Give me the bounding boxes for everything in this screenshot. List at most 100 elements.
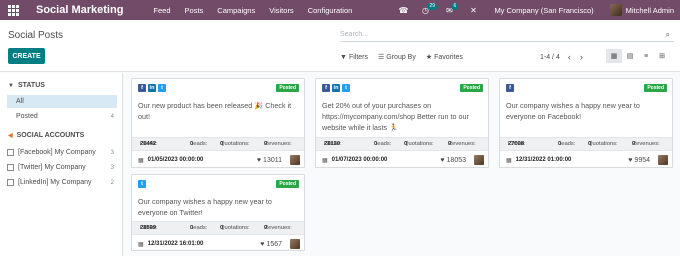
post-date: 01/07/2023 00:00:00 xyxy=(331,157,388,163)
user-avatar[interactable] xyxy=(609,4,622,16)
post-date: 12/31/2022 16:01:00 xyxy=(147,241,204,247)
author-avatar xyxy=(290,155,300,165)
leads-stat: Leads: 0 xyxy=(190,225,208,231)
social-accounts-heading: ◀ SOCIAL ACCOUNTS xyxy=(8,132,85,139)
leads-stat: Leads: 0 xyxy=(558,141,576,147)
twitter-icon: t xyxy=(138,180,146,188)
checkbox[interactable] xyxy=(7,179,14,186)
control-panel: Social Posts CREATE ⌕ ▼Filters ☰Group By… xyxy=(0,20,680,72)
revenues-stat: Revenues: 0 xyxy=(264,225,292,231)
menu-configuration[interactable]: Configuration xyxy=(308,6,353,15)
twitter-icon: t xyxy=(158,84,166,92)
menu-campaigns[interactable]: Campaigns xyxy=(217,6,255,15)
post-footer: ▦ 01/07/2023 00:00:00 ♥ 18053 xyxy=(322,154,484,166)
author-avatar xyxy=(290,239,300,249)
quotations-stat: Quotations: 0 xyxy=(220,225,250,231)
calendar-icon: ▦ xyxy=(138,157,144,164)
likes-count: ♥ 13011 xyxy=(256,156,282,164)
pager: 1-4 / 4 ‹ › xyxy=(540,50,592,64)
facebook-icon: f xyxy=(138,84,146,92)
author-avatar xyxy=(474,155,484,165)
revenues-stat: Revenues: 0 xyxy=(264,141,292,147)
revenues-stat: Revenues: 0 xyxy=(448,141,476,147)
phone-icon[interactable]: ☎ xyxy=(396,0,410,20)
status-badge: Posted xyxy=(460,84,483,92)
heart-icon: ♥ xyxy=(256,156,262,164)
menu-visitors[interactable]: Visitors xyxy=(269,6,293,15)
share-icon: ◀ xyxy=(8,133,13,139)
account-filter-twitter[interactable]: [Twitter] My Company 3 xyxy=(7,161,117,174)
filter-icon: ▼ xyxy=(340,53,347,61)
likes-count: ♥ 18053 xyxy=(440,156,466,164)
page-title: Social Posts xyxy=(8,30,64,41)
pager-value[interactable]: 1-4 / 4 xyxy=(540,54,560,61)
pivot-view-icon[interactable]: ⊞ xyxy=(654,49,670,63)
post-footer: ▦ 12/31/2022 01:00:00 ♥ 9954 xyxy=(506,154,668,166)
clicks-stat: Clicks: 28130 xyxy=(324,141,342,147)
post-card[interactable]: f in t Posted Get 20% out of your purcha… xyxy=(315,78,489,168)
post-accounts: t xyxy=(138,180,148,188)
leads-stat: Leads: 0 xyxy=(374,141,392,147)
app-brand[interactable]: Social Marketing xyxy=(36,4,123,16)
linkedin-icon: in xyxy=(332,84,340,92)
status-badge: Posted xyxy=(276,84,299,92)
post-accounts: f in t xyxy=(322,84,352,92)
clicks-stat: Clicks: 27008 xyxy=(508,141,526,147)
activity-icon[interactable]: ◷ 29 xyxy=(418,0,437,20)
search-input[interactable] xyxy=(340,31,640,38)
menu-posts[interactable]: Posts xyxy=(185,6,204,15)
search-options: ▼ Filters ☰ Group By ★ Favorites xyxy=(340,50,473,64)
user-menu[interactable]: Mitchell Admin xyxy=(626,6,674,15)
facebook-icon: f xyxy=(506,84,514,92)
post-accounts: f in t xyxy=(138,84,168,92)
filter-icon: ▼ xyxy=(8,82,14,89)
menu-feed[interactable]: Feed xyxy=(153,6,170,15)
pager-next-icon[interactable]: › xyxy=(580,52,583,62)
linkedin-icon: in xyxy=(148,84,156,92)
heart-icon: ♥ xyxy=(628,156,633,164)
post-date: 01/05/2023 00:00:00 xyxy=(147,157,204,163)
groupby-dropdown[interactable]: ☰ Group By xyxy=(378,53,416,62)
status-heading: ▼ STATUS xyxy=(8,82,45,89)
post-card[interactable]: f Posted Our company wishes a happy new … xyxy=(499,78,673,168)
status-item-posted[interactable]: Posted 4 xyxy=(7,110,117,123)
post-statistics: Clicks: 28130 Leads: 0 Quotations: 0 Rev… xyxy=(316,137,488,151)
checkbox[interactable] xyxy=(7,164,14,171)
view-switcher: ▦ ▤ ≡ ⊞ xyxy=(606,49,670,63)
post-card[interactable]: f in t Posted Our new product has been r… xyxy=(131,78,305,168)
kanban-view-icon[interactable]: ▦ xyxy=(606,49,622,63)
pager-previous-icon[interactable]: ‹ xyxy=(568,52,571,62)
company-switcher[interactable]: My Company (San Francisco) xyxy=(494,6,593,15)
account-filter-facebook[interactable]: [Facebook] My Company 3 xyxy=(7,146,117,159)
create-button[interactable]: CREATE xyxy=(8,48,45,64)
calendar-view-icon[interactable]: ▤ xyxy=(622,49,638,63)
post-card[interactable]: t Posted Our company wishes a happy new … xyxy=(131,174,305,251)
checkbox[interactable] xyxy=(7,149,14,156)
debug-tools-icon[interactable]: ✕ xyxy=(466,0,480,20)
status-item-all[interactable]: All xyxy=(7,95,117,108)
post-message: Our company wishes a happy new year to e… xyxy=(138,197,272,217)
author-avatar xyxy=(658,155,668,165)
favorites-dropdown[interactable]: ★ Favorites xyxy=(425,53,463,62)
star-icon: ★ xyxy=(425,54,433,61)
chat-icon[interactable]: ✉ 6 xyxy=(442,0,459,20)
likes-count: ♥ 1567 xyxy=(260,240,282,248)
status-badge: Posted xyxy=(644,84,667,92)
search-icon[interactable]: ⌕ xyxy=(666,30,670,40)
list-view-icon[interactable]: ≡ xyxy=(638,49,654,63)
search-panel: ▼ STATUS All Posted 4 ◀ SOCIAL ACCOUNTS [Fa… xyxy=(0,73,123,256)
post-footer: ▦ 01/05/2023 00:00:00 ♥ 13011 xyxy=(138,154,300,166)
calendar-icon: ▦ xyxy=(138,241,144,248)
post-statistics: Clicks: 28599 Leads: 0 Quotations: 0 Rev… xyxy=(132,221,304,235)
account-filter-linkedin[interactable]: [LinkedIn] My Company 2 xyxy=(7,176,117,189)
heart-icon: ♥ xyxy=(440,156,445,164)
post-statistics: Clicks: 27008 Leads: 0 Quotations: 0 Rev… xyxy=(500,137,672,151)
status-badge: Posted xyxy=(276,180,299,188)
twitter-icon: t xyxy=(342,84,350,92)
facebook-icon: f xyxy=(322,84,330,92)
apps-menu-icon[interactable] xyxy=(8,4,20,16)
top-navbar: Social Marketing Feed Posts Campaigns Vi… xyxy=(0,0,680,20)
filters-dropdown[interactable]: ▼ Filters xyxy=(340,54,368,61)
post-message: Our company wishes a happy new year to e… xyxy=(506,101,640,121)
quotations-stat: Quotations: 0 xyxy=(588,141,618,147)
